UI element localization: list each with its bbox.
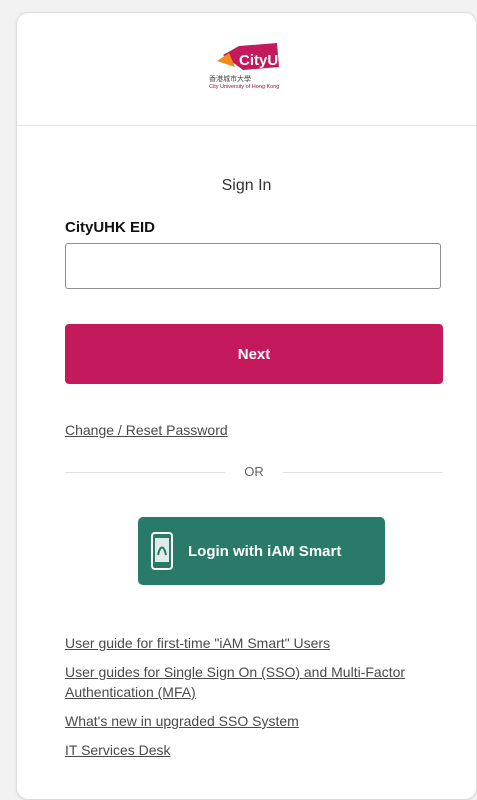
logo-word: CityU bbox=[239, 52, 278, 69]
iam-smart-phone-icon bbox=[151, 532, 173, 570]
signin-card: CityU 香港城市大學 City University of Hong Kon… bbox=[16, 12, 477, 800]
cityu-logo-icon: CityU bbox=[217, 43, 279, 70]
reset-password-link[interactable]: Change / Reset Password bbox=[65, 422, 228, 438]
link-iam-smart-guide[interactable]: User guide for first-time "iAM Smart" Us… bbox=[65, 633, 435, 653]
help-links: User guide for first-time "iAM Smart" Us… bbox=[65, 633, 435, 769]
cityu-logo: CityU 香港城市大學 City University of Hong Kon… bbox=[209, 43, 283, 95]
eid-input[interactable] bbox=[65, 243, 441, 289]
iam-smart-label: Login with iAM Smart bbox=[188, 542, 342, 560]
eid-label: CityUHK EID bbox=[65, 219, 156, 236]
next-button[interactable]: Next bbox=[65, 324, 443, 384]
link-sso-mfa-guide[interactable]: User guides for Single Sign On (SSO) and… bbox=[65, 662, 435, 702]
link-whats-new[interactable]: What's new in upgraded SSO System bbox=[65, 711, 435, 731]
header: CityU 香港城市大學 City University of Hong Kon… bbox=[17, 13, 476, 126]
iam-smart-login-button[interactable]: Login with iAM Smart bbox=[138, 517, 385, 585]
logo-chinese-name: 香港城市大學 bbox=[209, 75, 251, 83]
link-it-services-desk[interactable]: IT Services Desk bbox=[65, 740, 435, 760]
or-text: OR bbox=[244, 464, 264, 479]
logo-english-name: City University of Hong Kong bbox=[209, 84, 280, 90]
page-title: Sign In bbox=[221, 177, 272, 194]
or-divider: OR bbox=[65, 463, 443, 483]
